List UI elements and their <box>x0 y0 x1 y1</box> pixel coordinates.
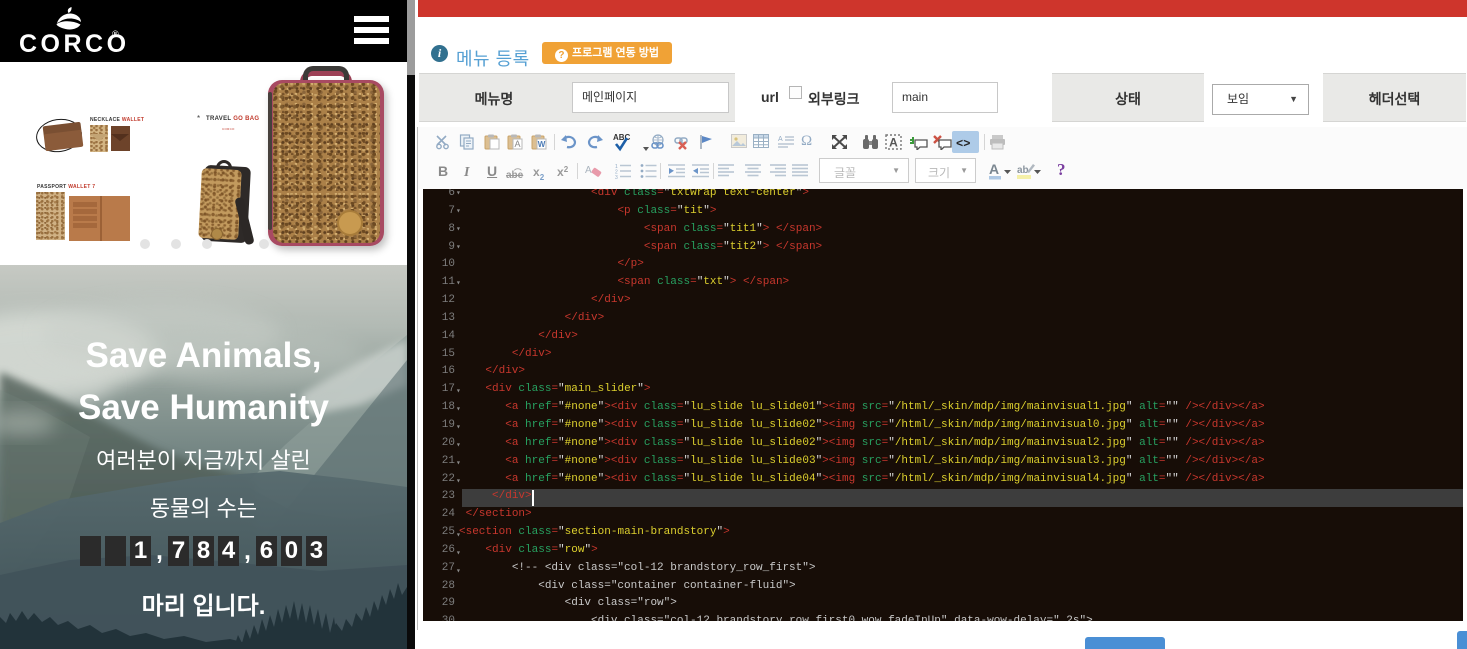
svg-text:A: A <box>889 136 898 150</box>
svg-text:W: W <box>538 140 546 149</box>
svg-text:A: A <box>585 165 592 176</box>
svg-text:3: 3 <box>615 175 618 179</box>
svg-text:A: A <box>514 139 520 149</box>
svg-text:ABC: ABC <box>613 133 631 142</box>
svg-text:A: A <box>778 136 783 143</box>
svg-text:ab: ab <box>1017 165 1029 176</box>
svg-text:A: A <box>989 162 999 177</box>
